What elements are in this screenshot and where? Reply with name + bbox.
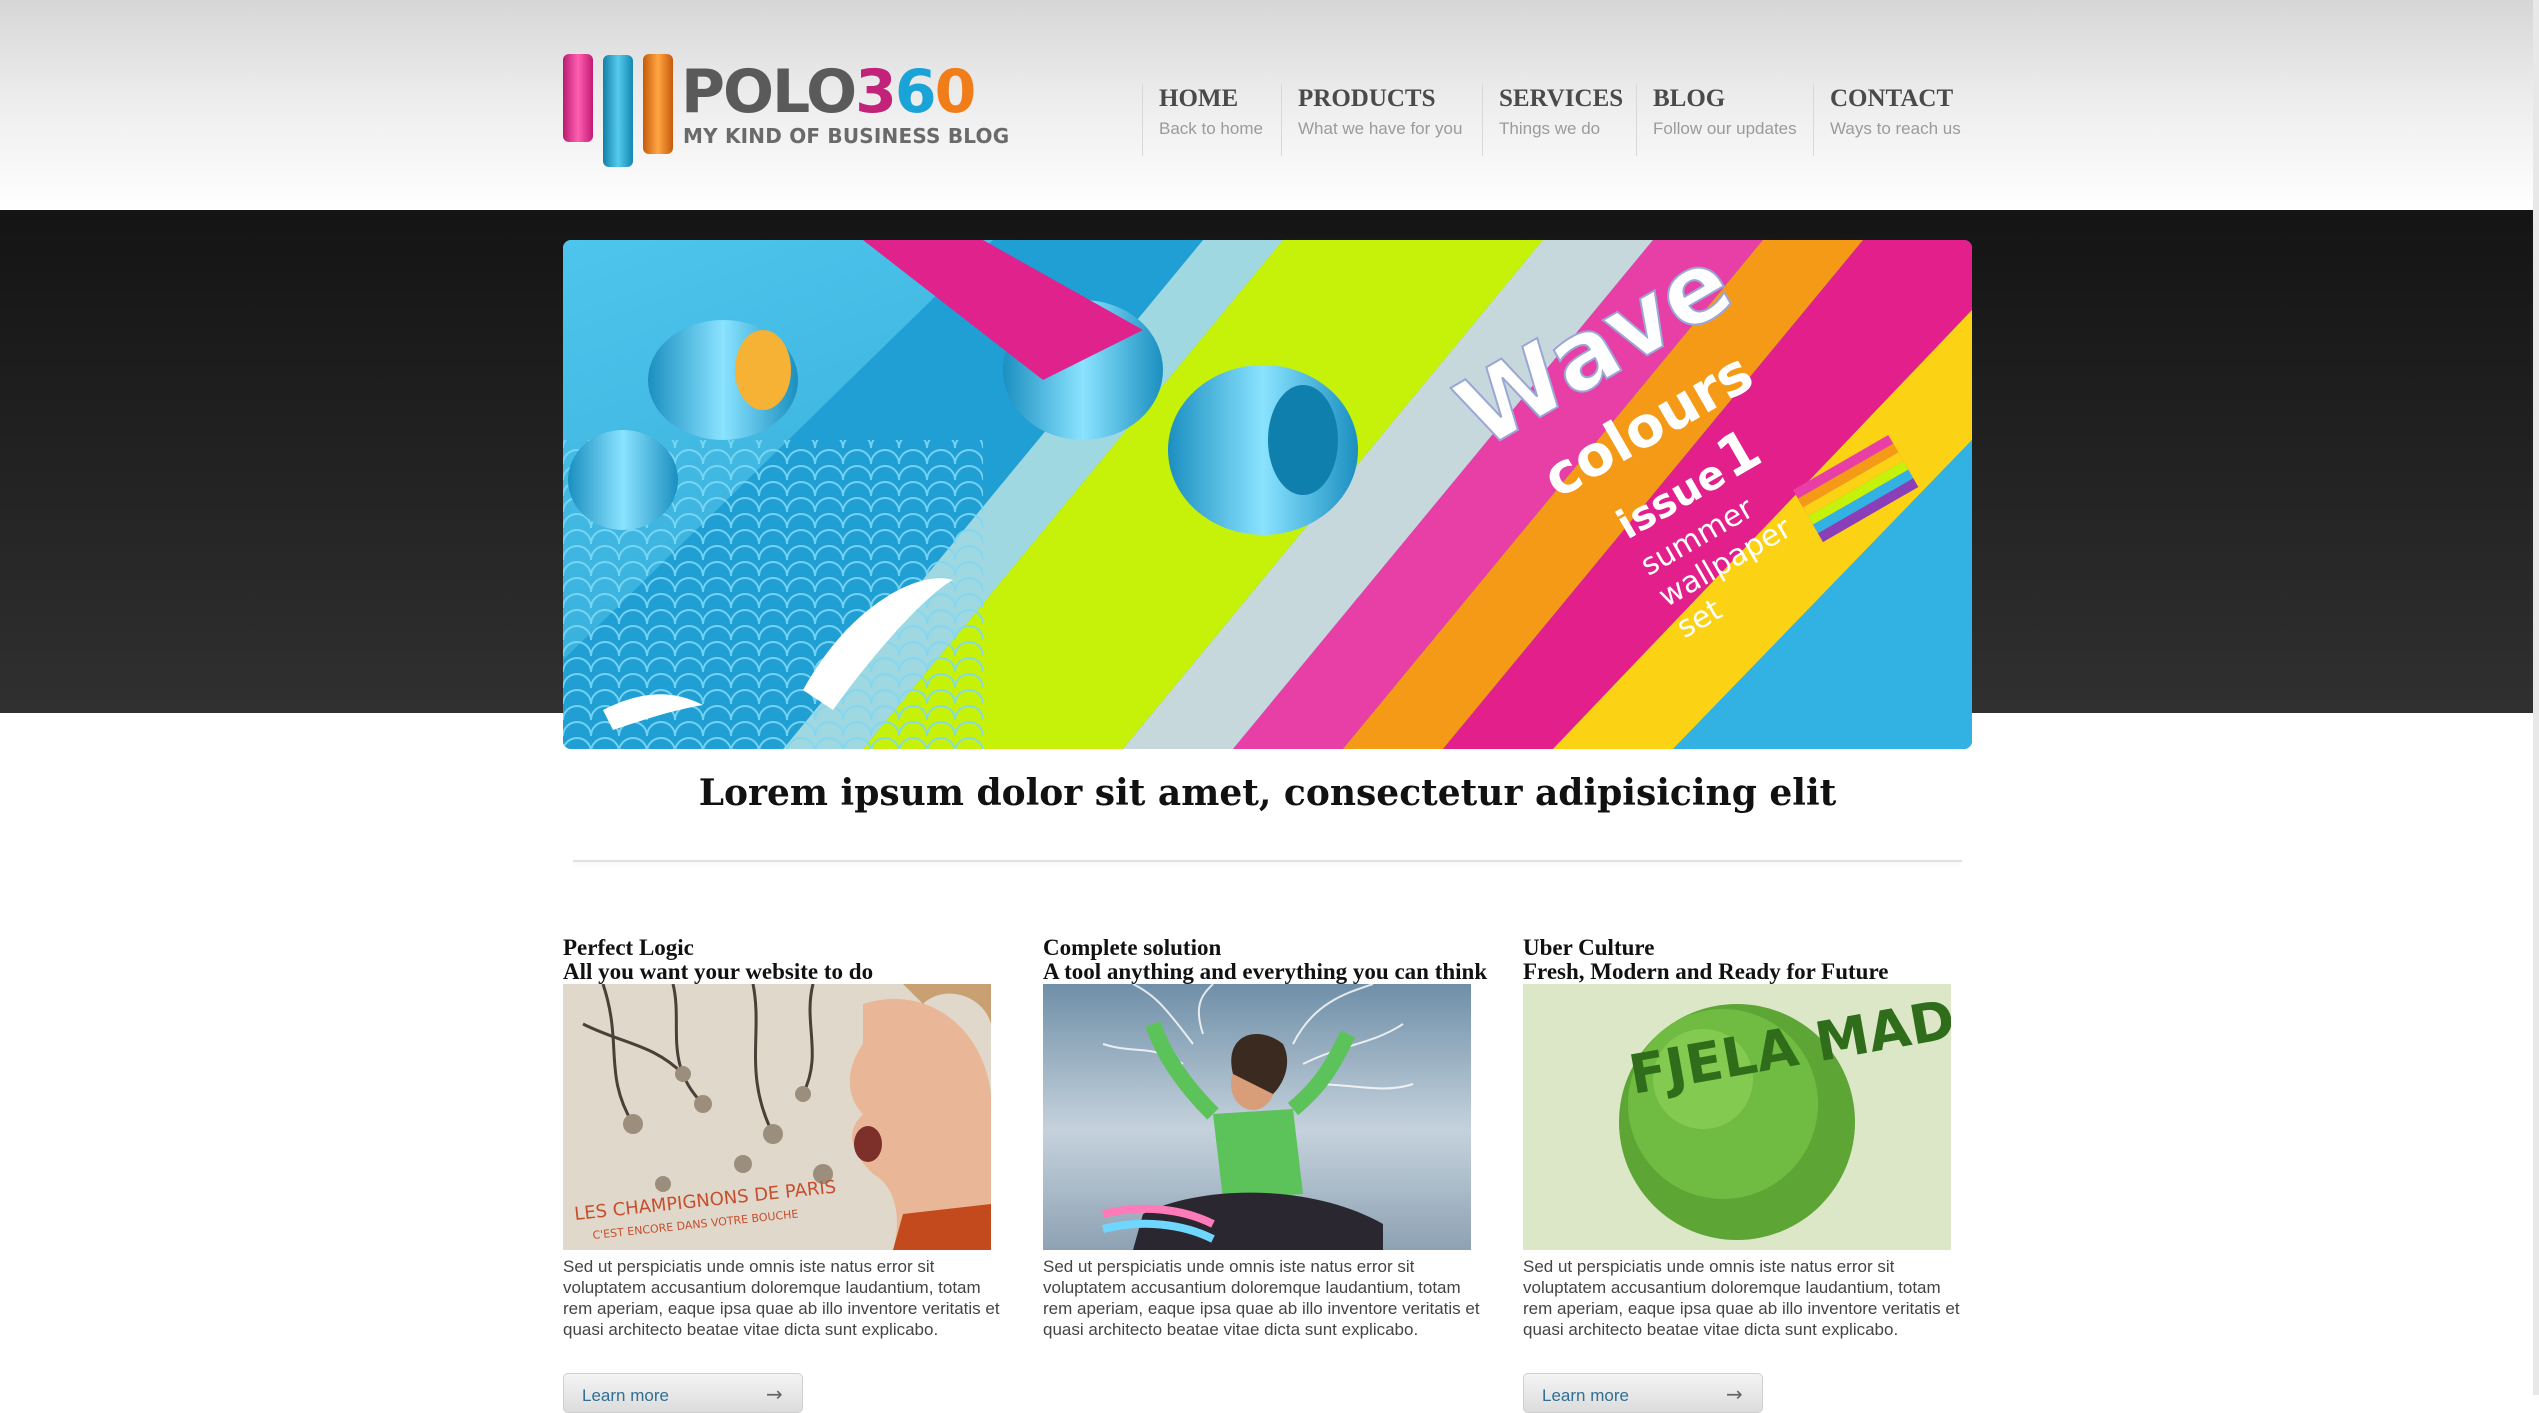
feature-title: Complete solution A tool anything and eve… bbox=[1043, 935, 1488, 984]
nav-label: CONTACT bbox=[1830, 85, 1954, 112]
logo-wordmark: POLO360 bbox=[681, 57, 976, 127]
banner-illustration: Wave colours issue 1 summer wallpaper se… bbox=[563, 240, 1972, 749]
logo-bar-orange bbox=[643, 54, 673, 154]
learn-more-button-3[interactable]: Learn more → bbox=[1523, 1373, 1763, 1413]
feature-image-dancer[interactable] bbox=[1043, 984, 1471, 1250]
nav-sublabel: What we have for you bbox=[1298, 119, 1463, 138]
nav-sublabel: Back to home bbox=[1159, 119, 1263, 138]
nav-label: SERVICES bbox=[1499, 85, 1624, 112]
nav-label: HOME bbox=[1159, 85, 1239, 112]
feature-title: Uber Culture Fresh, Modern and Ready for … bbox=[1523, 935, 1889, 984]
button-label: Learn more bbox=[1542, 1386, 1629, 1405]
feature-column-1: Perfect Logic All you want your website t… bbox=[563, 936, 1013, 1340]
nav-sublabel: Ways to reach us bbox=[1830, 119, 1961, 138]
feature-body: Sed ut perspiciatis unde omnis iste natu… bbox=[1043, 1257, 1480, 1339]
feature-title: Perfect Logic All you want your website t… bbox=[563, 935, 874, 984]
logo-tagline: MY KIND OF BUSINESS BLOG bbox=[683, 124, 1010, 148]
nav-sublabel: Follow our updates bbox=[1653, 119, 1797, 138]
arrow-right-icon: → bbox=[766, 1382, 783, 1406]
nav-label: BLOG bbox=[1653, 85, 1726, 112]
site-logo[interactable]: POLO360 MY KIND OF BUSINESS BLOG bbox=[563, 52, 1009, 172]
feature-column-3: Uber Culture Fresh, Modern and Ready for … bbox=[1523, 936, 1973, 1340]
nav-item-home[interactable]: HOME Back to home bbox=[1142, 84, 1263, 156]
feature-image-green-sphere[interactable]: FJELA MADERA bbox=[1523, 984, 1951, 1250]
button-label: Learn more bbox=[582, 1386, 669, 1405]
nav-sublabel: Things we do bbox=[1499, 119, 1601, 138]
nav-item-products[interactable]: PRODUCTS What we have for you bbox=[1281, 84, 1462, 156]
feature-image-champignons[interactable]: LES CHAMPIGNONS DE PARIS C'EST ENCORE DA… bbox=[563, 984, 991, 1250]
page-headline: Lorem ipsum dolor sit amet, consectetur … bbox=[698, 772, 1837, 814]
arrow-right-icon: → bbox=[1726, 1382, 1743, 1406]
page-scrollbar[interactable] bbox=[2533, 0, 2539, 1395]
site-header: POLO360 MY KIND OF BUSINESS BLOG HOME Ba… bbox=[0, 0, 2539, 210]
nav-label: PRODUCTS bbox=[1298, 85, 1436, 112]
logo-bar-pink bbox=[563, 54, 593, 142]
section-divider bbox=[573, 860, 1962, 862]
feature-body: Sed ut perspiciatis unde omnis iste natu… bbox=[1523, 1257, 1960, 1339]
hero-banner[interactable]: Wave colours issue 1 summer wallpaper se… bbox=[563, 240, 1972, 749]
logo-bar-blue bbox=[603, 55, 633, 167]
feature-column-2: Complete solution A tool anything and eve… bbox=[1043, 936, 1493, 1340]
nav-item-contact[interactable]: CONTACT Ways to reach us bbox=[1813, 84, 1961, 156]
nav-item-blog[interactable]: BLOG Follow our updates bbox=[1636, 84, 1797, 156]
nav-item-services[interactable]: SERVICES Things we do bbox=[1482, 84, 1623, 156]
feature-body: Sed ut perspiciatis unde omnis iste natu… bbox=[563, 1257, 1000, 1339]
learn-more-button-1[interactable]: Learn more → bbox=[563, 1373, 803, 1413]
